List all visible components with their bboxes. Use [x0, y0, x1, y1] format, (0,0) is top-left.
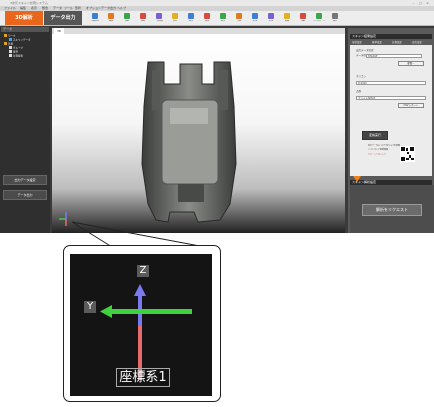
coordinate-system-label: 座標系1: [116, 368, 170, 387]
axis-z-label: Z: [137, 265, 149, 277]
axis-y-label: Y: [84, 301, 96, 313]
